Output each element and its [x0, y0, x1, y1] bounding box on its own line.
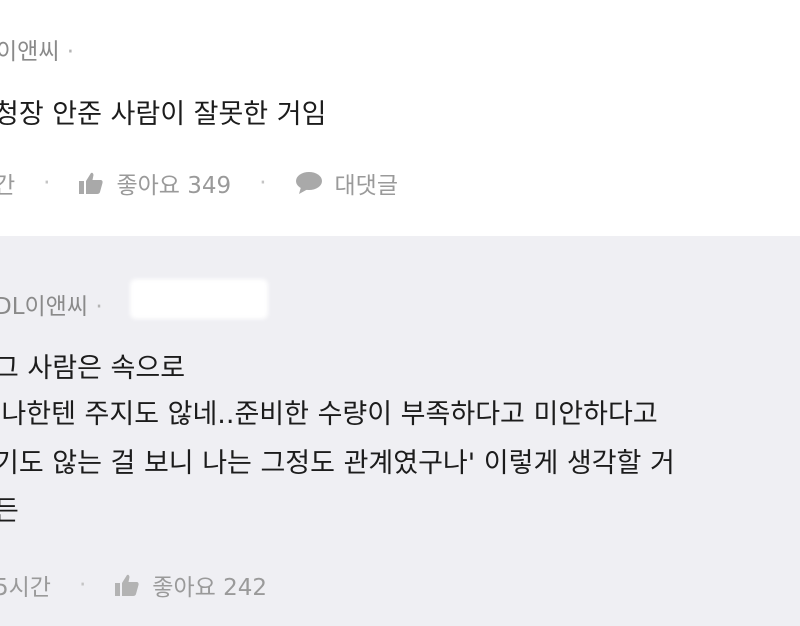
speech-bubble-icon	[295, 171, 323, 195]
separator-dot: ·	[95, 294, 103, 320]
separator-dot: ·	[78, 572, 87, 598]
comment-meta: 5시간 · 좋아요 242	[0, 568, 267, 602]
comment-author[interactable]: 이앤씨 ·	[0, 32, 74, 66]
like-label: 좋아요 349	[116, 173, 232, 199]
reply-label: 대댓글	[334, 173, 398, 199]
separator-dot: ·	[66, 39, 75, 65]
reply-comment: DL이앤씨 · 그 사람은 속으로 '나한텐 주지도 않네..준비한 수량이 부…	[0, 236, 800, 626]
comment-line: 기도 않는 걸 보니 나는 그정도 관계였구나' 이렇게 생각할 거	[0, 448, 675, 479]
top-comment: 이앤씨 · 청장 안준 사람이 잘못한 거임 간 · 좋아요 349 · 대댓글	[0, 0, 800, 236]
author-name[interactable]: DL이앤씨	[0, 294, 88, 320]
like-button[interactable]: 좋아요 242	[114, 568, 267, 602]
redacted-box	[130, 279, 268, 319]
separator-dot: ·	[43, 170, 51, 196]
like-label: 좋아요 242	[152, 575, 267, 601]
comment-line: 든	[0, 496, 19, 527]
comment-author[interactable]: DL이앤씨 ·	[0, 287, 103, 321]
thumbs-up-icon	[78, 171, 104, 195]
thumbs-up-icon	[114, 573, 140, 597]
comment-line: 그 사람은 속으로	[0, 353, 186, 384]
comment-time: 간	[0, 173, 16, 199]
comment-time: 5시간	[0, 575, 51, 601]
separator-dot: ·	[259, 170, 267, 196]
like-button[interactable]: 좋아요 349	[78, 166, 231, 200]
author-name[interactable]: 이앤씨	[0, 39, 59, 65]
comment-meta: 간 · 좋아요 349 · 대댓글	[0, 166, 398, 200]
comment-line: '나한텐 주지도 않네..준비한 수량이 부족하다고 미안하다고	[0, 399, 658, 430]
comment-text: 청장 안준 사람이 잘못한 거임	[0, 99, 327, 130]
reply-button[interactable]: 대댓글	[295, 166, 398, 200]
